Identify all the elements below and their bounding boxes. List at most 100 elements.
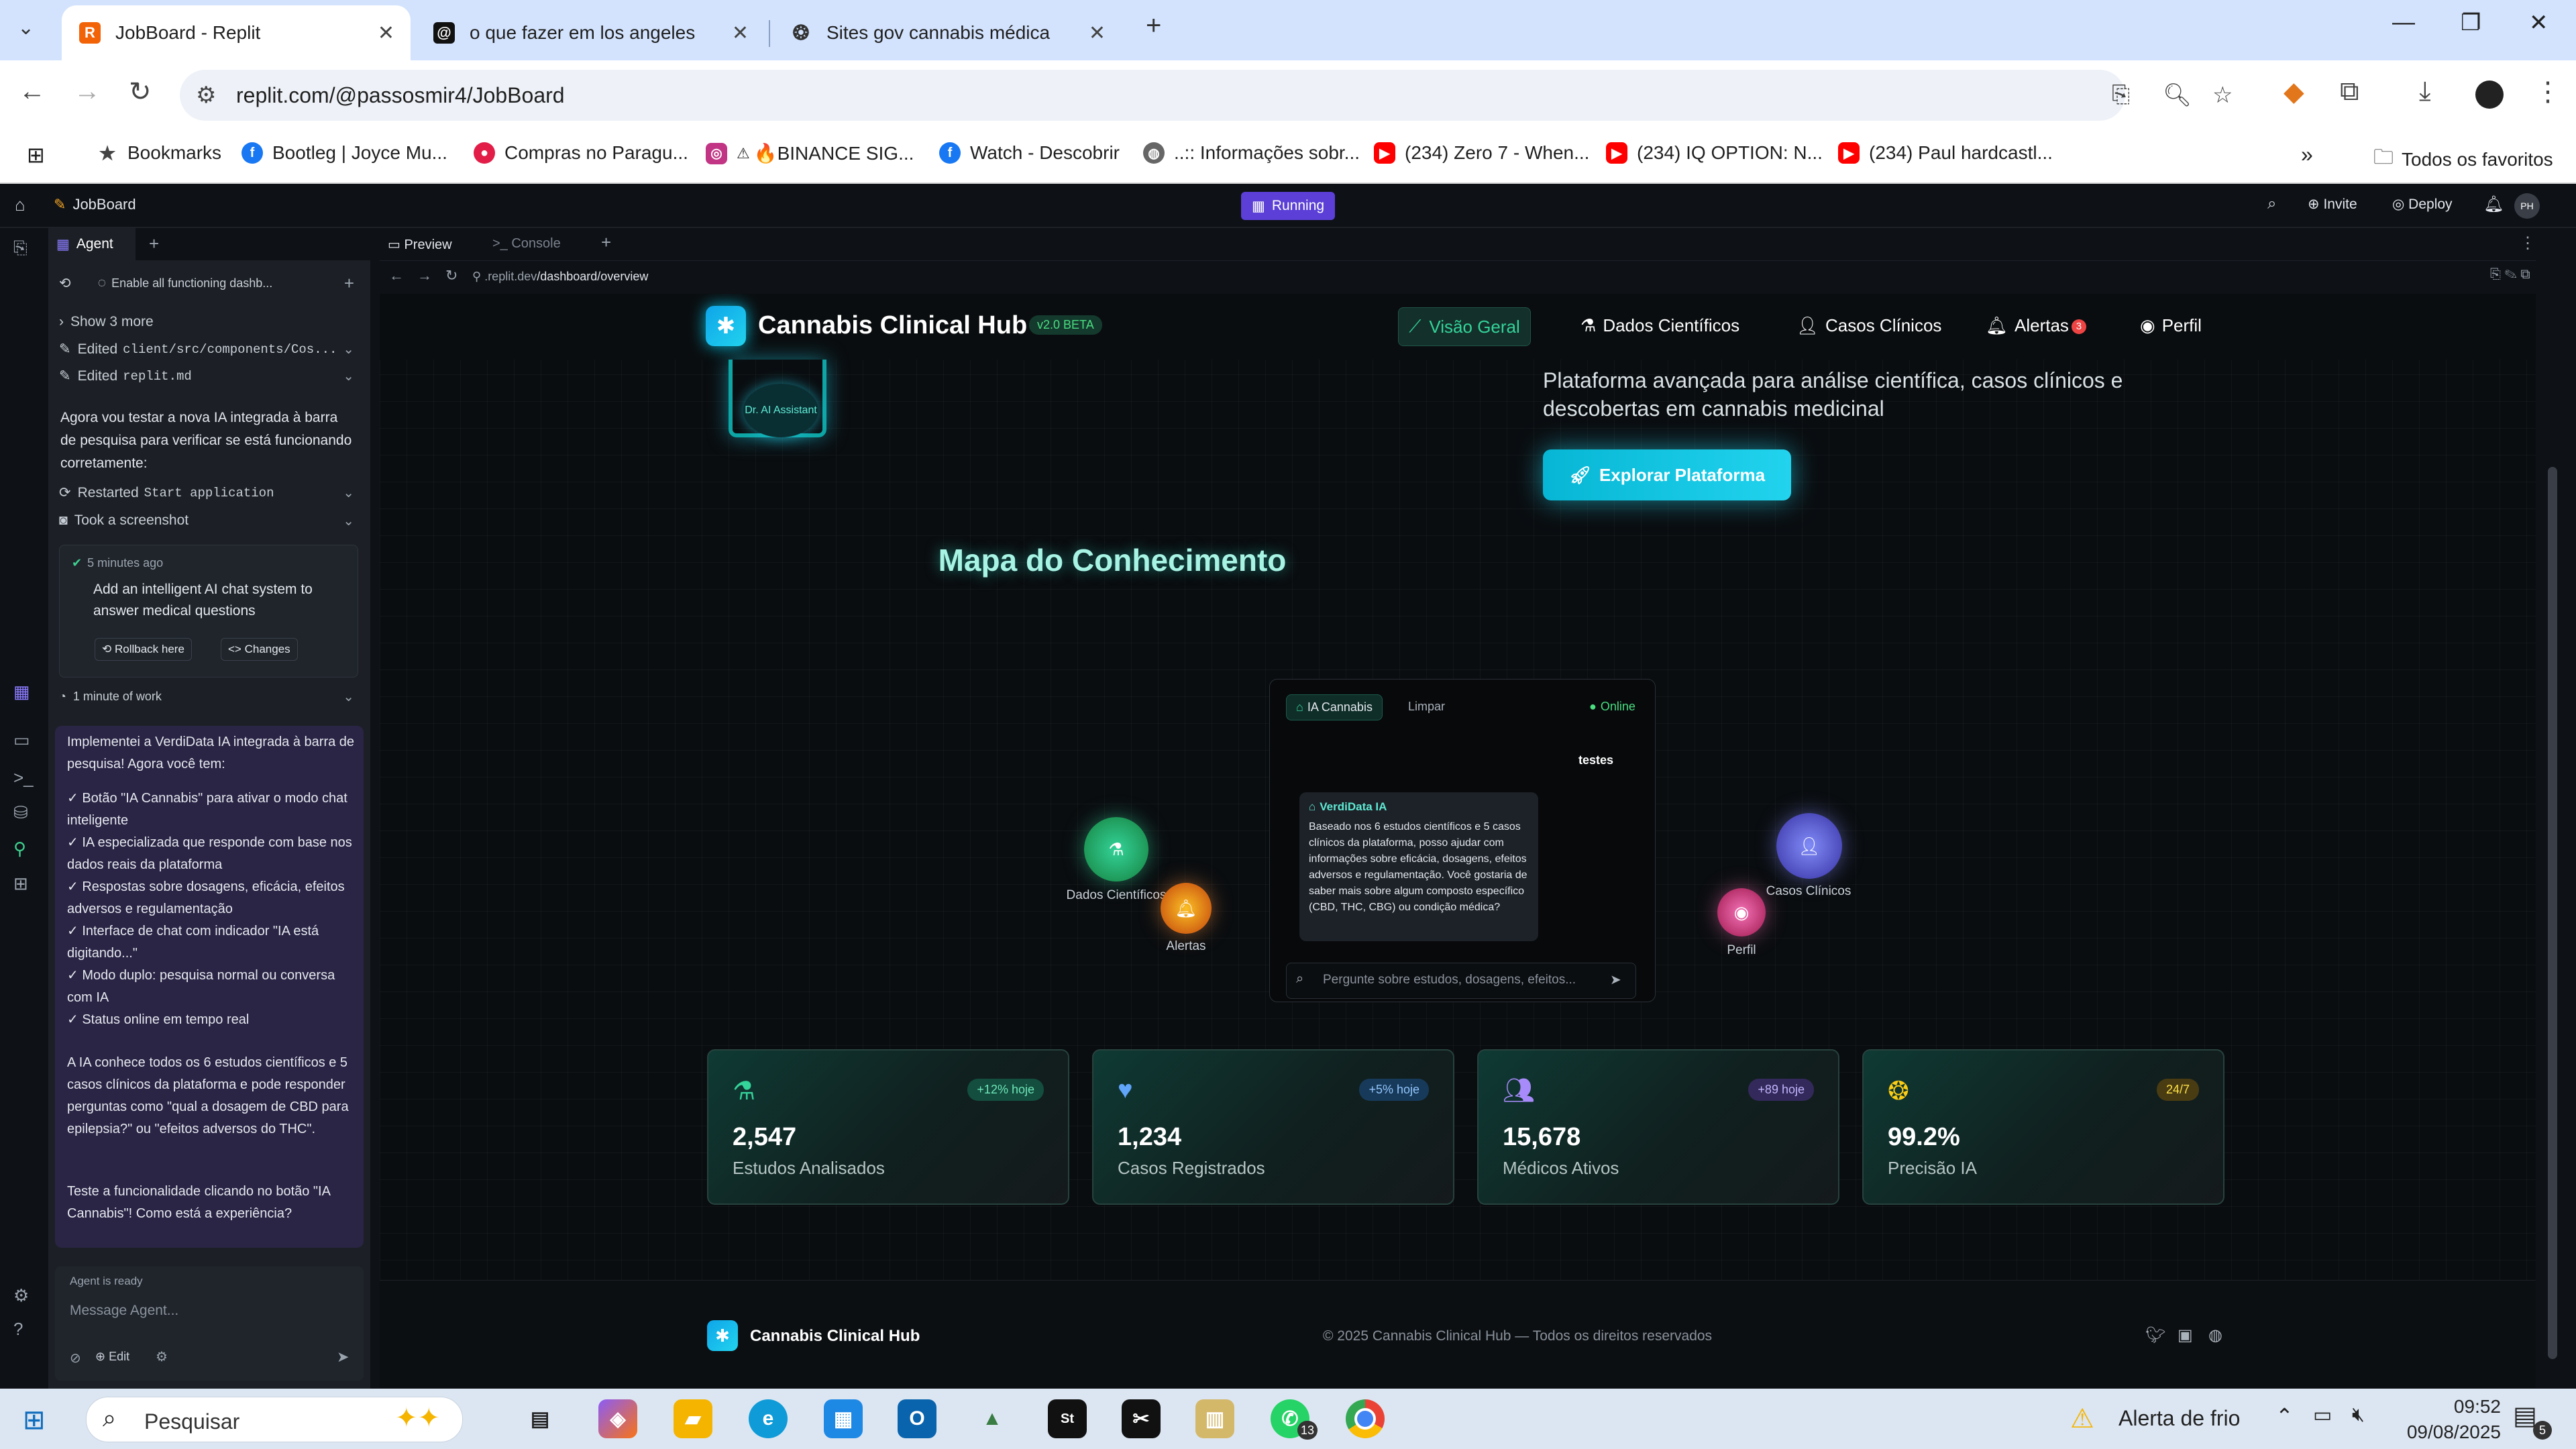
send-icon[interactable]: ➤: [337, 1348, 349, 1366]
bookmark-item[interactable]: f Watch - Descobrir: [939, 142, 1120, 164]
node-alertas[interactable]: 🔔︎: [1161, 883, 1212, 934]
notification-bell-icon[interactable]: 🔔︎: [2483, 195, 2504, 214]
task-view-icon[interactable]: ▤: [521, 1399, 559, 1438]
stat-card-casos[interactable]: ♥ +5% hoje 1,234 Casos Registrados: [1092, 1049, 1454, 1205]
tab-los-angeles[interactable]: @ o que fazer em los angeles ✕: [416, 5, 765, 60]
scrollbar-thumb[interactable]: [2548, 467, 2557, 1359]
secrets-icon[interactable]: ⚲: [13, 839, 26, 859]
apps-grid-icon[interactable]: ⊞: [27, 142, 45, 168]
devtools-icon[interactable]: ⎘ ✎ ⧉: [2490, 267, 2530, 282]
extensions-icon[interactable]: ⧉: [2340, 76, 2359, 107]
stat-card-precisao[interactable]: ❂ 24/7 99.2% Precisão IA: [1862, 1049, 2224, 1205]
nav-perfil[interactable]: ◉ Perfil: [2140, 315, 2202, 336]
bookmark-item[interactable]: ▶ (234) Zero 7 - When...: [1374, 142, 1589, 164]
metamask-extension-icon[interactable]: ◆: [2284, 76, 2304, 107]
preview-back-icon[interactable]: ←: [389, 267, 404, 284]
send-icon[interactable]: ➤: [1610, 971, 1621, 988]
capcut-icon[interactable]: ✂: [1122, 1399, 1161, 1438]
tab-cannabis-gov[interactable]: ❂ Sites gov cannabis médica ✕: [773, 5, 1122, 60]
weather-text[interactable]: Alerta de frio: [2118, 1406, 2240, 1431]
new-tab-button[interactable]: +: [1146, 11, 1161, 41]
tray-chevron-icon[interactable]: ⌃: [2275, 1403, 2294, 1429]
back-icon[interactable]: ←: [19, 76, 46, 107]
chevron-down-icon[interactable]: ⌄: [343, 688, 354, 705]
downloads-icon[interactable]: ⤓: [2419, 76, 2431, 107]
edit-mode-button[interactable]: ⊕ Edit: [95, 1350, 129, 1364]
tab-jobboard[interactable]: R JobBoard - Replit ✕: [62, 5, 411, 60]
search-icon[interactable]: ⌕: [2267, 195, 2276, 213]
tools-grid-icon[interactable]: ⊞: [13, 873, 28, 894]
show-more-button[interactable]: › Show 3 more: [59, 314, 360, 330]
changes-button[interactable]: <> Changes: [221, 638, 298, 661]
bookmark-star-icon[interactable]: ☆: [2212, 82, 2233, 109]
chrome-menu-icon[interactable]: ⋮: [2534, 76, 2561, 107]
bookmark-item[interactable]: ▶ (234) Paul hardcastl...: [1838, 142, 2053, 164]
help-icon[interactable]: ?: [13, 1319, 23, 1340]
invite-button[interactable]: ⊕ Invite: [2308, 196, 2357, 213]
tab-console[interactable]: >_ Console: [492, 236, 561, 252]
brand-title[interactable]: Cannabis Clinical Hub: [758, 311, 1027, 340]
forward-icon[interactable]: →: [74, 76, 101, 107]
work-duration-row[interactable]: ◔ 1 minute of work ⌄: [59, 690, 360, 704]
restore-icon[interactable]: ❐: [2461, 9, 2481, 36]
brand-leaf-icon[interactable]: ✱: [706, 306, 746, 346]
attach-icon[interactable]: ⊘: [70, 1350, 81, 1366]
preview-scrollbar[interactable]: [2542, 266, 2561, 1382]
screenshot-row[interactable]: ◙ Took a screenshot ⌄: [59, 513, 360, 529]
agent-message-input[interactable]: Message Agent...: [70, 1303, 352, 1330]
project-name[interactable]: ✎ JobBoard: [54, 196, 136, 213]
notepad-icon[interactable]: ▥: [1195, 1399, 1234, 1438]
clock[interactable]: 09:52 09/08/2025: [2394, 1394, 2501, 1445]
database-icon[interactable]: ⛁: [13, 802, 28, 823]
stat-card-estudos[interactable]: ⚗ +12% hoje 2,547 Estudos Analisados: [707, 1049, 1069, 1205]
install-app-icon[interactable]: ⎘: [2112, 82, 2130, 108]
home-icon[interactable]: ⌂: [15, 195, 25, 215]
copilot-icon[interactable]: ◈: [598, 1399, 637, 1438]
chat-input[interactable]: ⌕ Pergunte sobre estudos, dosagens, efei…: [1286, 963, 1636, 999]
restarted-row[interactable]: ⟳ Restarted Start application ⌄: [59, 484, 360, 501]
rollback-button[interactable]: ⟲ Rollback here: [95, 638, 192, 661]
all-favorites-folder[interactable]: 🗀 Todos os favoritos: [2373, 142, 2553, 176]
explore-platform-button[interactable]: 🚀︎ Explorar Plataforma: [1543, 449, 1791, 500]
volume-muted-icon[interactable]: 🔇︎: [2352, 1403, 2365, 1426]
settings-icon[interactable]: ⚙: [13, 1285, 29, 1306]
weather-alert-icon[interactable]: ⚠: [2070, 1403, 2094, 1434]
node-perfil[interactable]: ◉: [1717, 888, 1766, 936]
tab-search-icon[interactable]: ⌄: [17, 16, 34, 40]
close-tab-icon[interactable]: ✕: [378, 21, 394, 45]
windows-start-icon[interactable]: ⊞: [23, 1405, 46, 1436]
chevron-down-icon[interactable]: ⌄: [343, 484, 354, 501]
console-icon[interactable]: >_: [13, 767, 34, 788]
bookmark-item[interactable]: f Bootleg | Joyce Mu...: [241, 142, 447, 164]
edited-file-row[interactable]: ✎ Edited replit.md ⌄: [59, 368, 360, 384]
app-a-icon[interactable]: ▲: [973, 1399, 1012, 1438]
address-bar[interactable]: ⚙ replit.com/@passosmir4/JobBoard ⎘ 🔍︎ ☆: [180, 70, 2233, 121]
nav-dados-cientificos[interactable]: ⚗ Dados Científicos: [1580, 315, 1739, 336]
bookmark-item[interactable]: ◎ ⚠ 🔥BINANCE SIG...: [706, 142, 914, 164]
agent-icon[interactable]: ▦: [13, 682, 30, 702]
profile-avatar[interactable]: [2475, 80, 2504, 109]
pane-menu-icon[interactable]: ⋮: [2520, 233, 2536, 253]
new-tab-plus-icon[interactable]: +: [149, 233, 159, 254]
twitter-icon[interactable]: 🐦︎: [2145, 1326, 2165, 1345]
nav-alertas[interactable]: 🔔︎ Alertas 3: [1986, 315, 2086, 336]
close-tab-icon[interactable]: ✕: [732, 21, 749, 45]
github-icon[interactable]: ◍: [2208, 1326, 2222, 1345]
bookmark-item[interactable]: ▶ (234) IQ OPTION: N...: [1606, 142, 1823, 164]
outlook-icon[interactable]: O: [898, 1399, 936, 1438]
taskbar-search[interactable]: ⌕ Pesquisar ✦✦: [86, 1397, 463, 1442]
node-dados-cientificos[interactable]: ⚗: [1084, 817, 1148, 881]
store-icon[interactable]: ▦: [824, 1399, 863, 1438]
chevron-down-icon[interactable]: ⌄: [343, 368, 354, 384]
bookmark-item[interactable]: ● Compras no Paragu...: [474, 142, 688, 164]
clear-chat-button[interactable]: Limpar: [1408, 700, 1445, 714]
ia-cannabis-button[interactable]: ⌂ IA Cannabis: [1286, 694, 1383, 720]
history-icon[interactable]: ⟲: [59, 275, 71, 292]
ai-assistant-avatar[interactable]: Dr. AI Assistant: [743, 384, 818, 437]
chrome-icon[interactable]: [1346, 1399, 1385, 1438]
stake-icon[interactable]: St: [1048, 1399, 1087, 1438]
bookmark-item[interactable]: ★ Bookmarks: [97, 142, 221, 164]
close-tab-icon[interactable]: ✕: [1089, 21, 1106, 45]
site-info-icon[interactable]: ⚙: [196, 82, 216, 109]
close-window-icon[interactable]: ✕: [2529, 9, 2548, 36]
